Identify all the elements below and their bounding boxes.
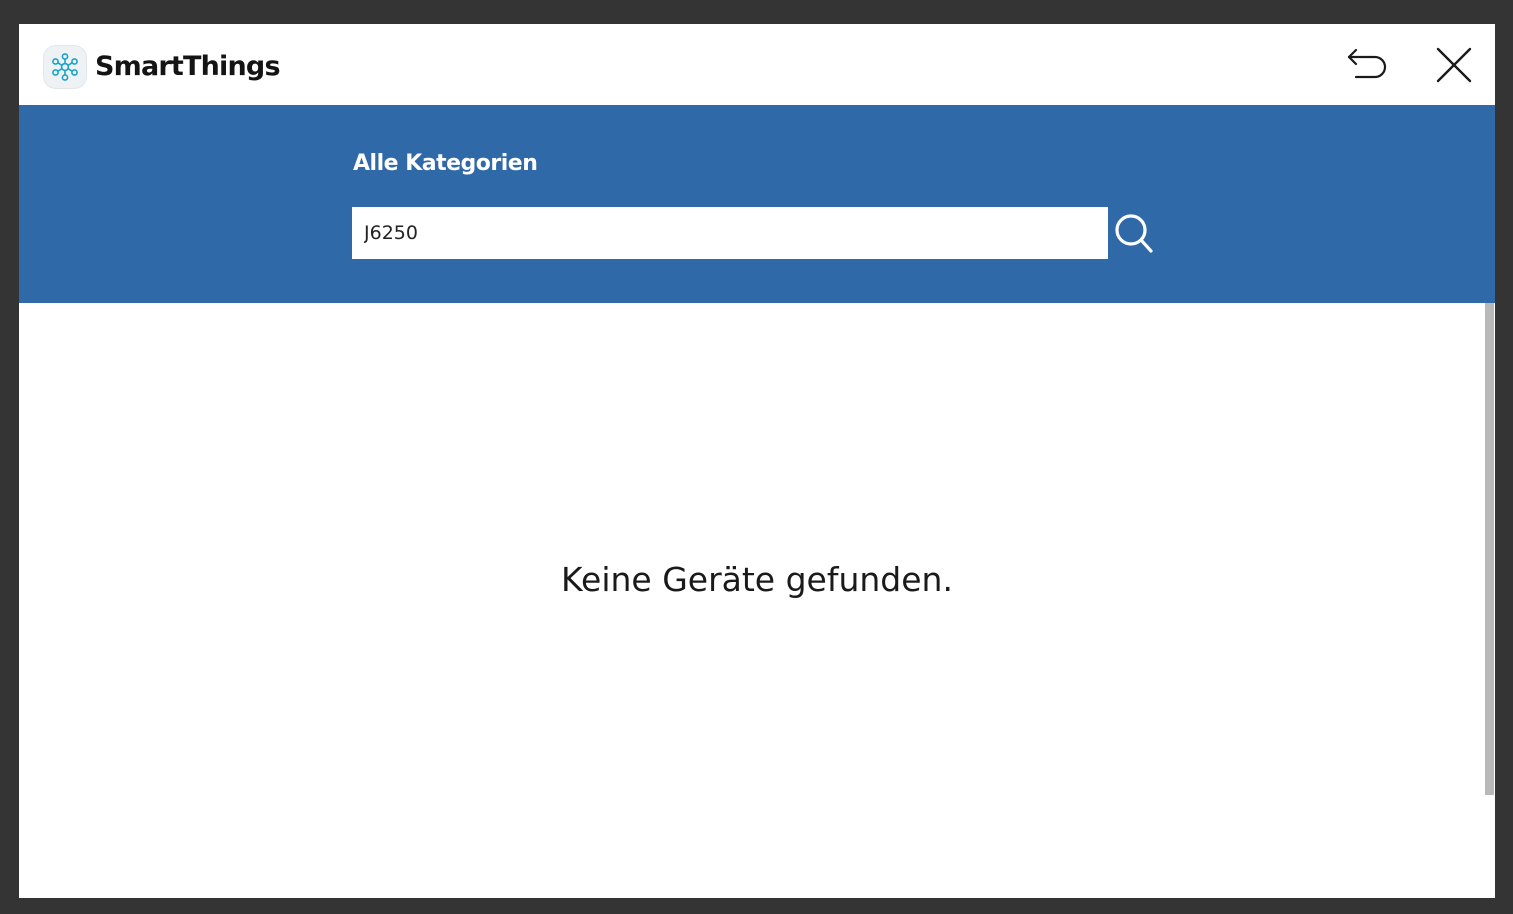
category-title: Alle Kategorien [353,151,538,176]
smartthings-logo-icon [44,46,86,88]
search-input[interactable] [352,207,1108,259]
no-results-message: Keine Geräte gefunden. [561,560,953,599]
results-area: Keine Geräte gefunden. [19,303,1495,898]
app-title: SmartThings [95,51,281,82]
search-button[interactable] [1112,211,1160,259]
smartthings-dialog: SmartThings Alle Kategorien J6250 Keine … [19,24,1495,898]
search-icon [1115,214,1153,253]
search-panel: Alle Kategorien [19,105,1495,303]
title-bar: SmartThings [19,24,1495,105]
back-arrow-icon [1347,48,1387,79]
back-button[interactable] [1342,40,1392,90]
close-icon [1436,47,1472,83]
close-button[interactable] [1429,40,1479,90]
scrollbar[interactable] [1485,303,1494,795]
